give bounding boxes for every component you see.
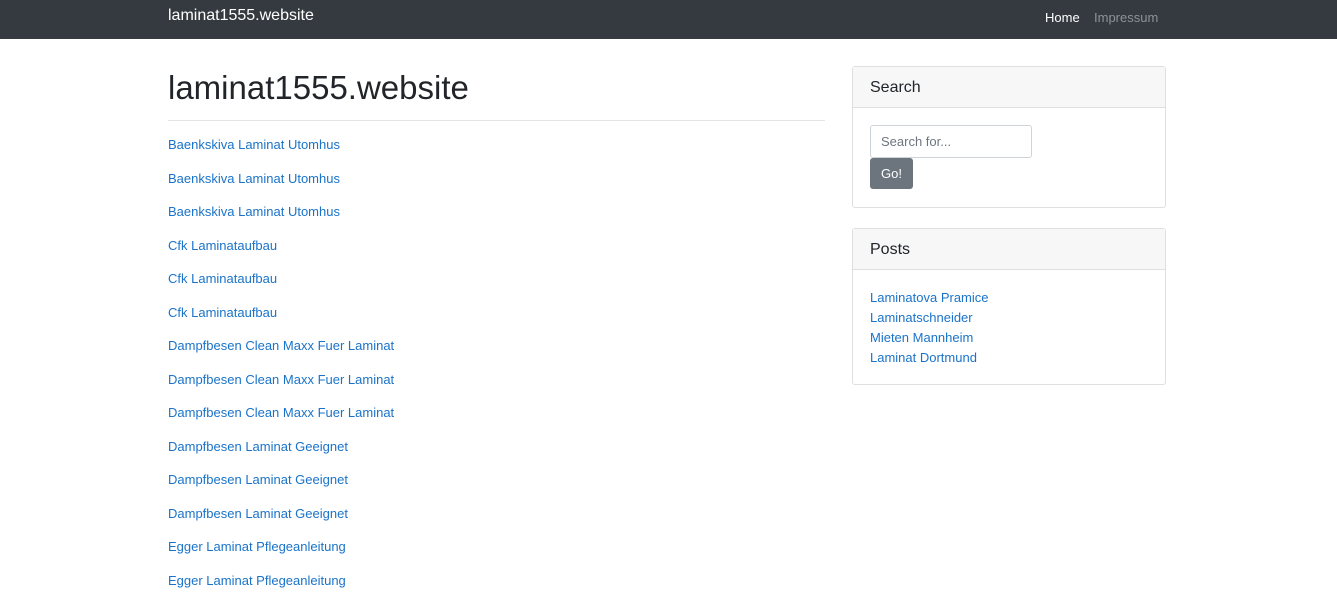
top-navbar: laminat1555.website Home Impressum: [0, 0, 1337, 39]
article-link[interactable]: Dampfbesen Laminat Geeignet: [168, 472, 348, 487]
post-link[interactable]: Laminatova Pramice: [870, 290, 989, 305]
list-item: Laminat Dortmund: [870, 348, 989, 368]
article-link[interactable]: Dampfbesen Clean Maxx Fuer Laminat: [168, 405, 394, 420]
search-card: Search Go!: [852, 66, 1166, 208]
list-item: Baenkskiva Laminat Utomhus: [168, 170, 394, 204]
list-item: Cfk Laminataufbau: [168, 270, 394, 304]
list-item: Dampfbesen Clean Maxx Fuer Laminat: [168, 337, 394, 371]
article-link[interactable]: Egger Laminat Pflegeanleitung: [168, 573, 346, 588]
list-item: Dampfbesen Clean Maxx Fuer Laminat: [168, 371, 394, 405]
search-go-button[interactable]: Go!: [870, 158, 913, 189]
posts-list: Laminatova Pramice Laminatschneider Miet…: [870, 288, 989, 368]
list-item: Baenkskiva Laminat Utomhus: [168, 136, 394, 170]
list-item: Cfk Laminataufbau: [168, 237, 394, 271]
brand-link[interactable]: laminat1555.website: [168, 7, 314, 25]
list-item: Dampfbesen Laminat Geeignet: [168, 471, 394, 505]
list-item: Mieten Mannheim: [870, 328, 989, 348]
posts-card: Posts Laminatova Pramice Laminatschneide…: [852, 228, 1166, 385]
list-item: Laminatova Pramice: [870, 288, 989, 308]
post-link[interactable]: Laminat Dortmund: [870, 350, 977, 365]
article-link[interactable]: Cfk Laminataufbau: [168, 305, 277, 320]
nav-link-impressum[interactable]: Impressum: [1094, 10, 1158, 25]
article-link[interactable]: Baenkskiva Laminat Utomhus: [168, 204, 340, 219]
article-link[interactable]: Egger Laminat Pflegeanleitung: [168, 539, 346, 554]
article-link[interactable]: Cfk Laminataufbau: [168, 238, 277, 253]
article-link[interactable]: Cfk Laminataufbau: [168, 271, 277, 286]
list-item: Dampfbesen Clean Maxx Fuer Laminat: [168, 404, 394, 438]
posts-card-title: Posts: [853, 229, 1165, 270]
article-link[interactable]: Dampfbesen Laminat Geeignet: [168, 506, 348, 521]
article-link[interactable]: Dampfbesen Clean Maxx Fuer Laminat: [168, 338, 394, 353]
list-item: Laminatschneider: [870, 308, 989, 328]
page-title: laminat1555.website: [168, 69, 469, 106]
list-item: Dampfbesen Laminat Geeignet: [168, 438, 394, 472]
search-card-title: Search: [853, 67, 1165, 108]
list-item: Dampfbesen Laminat Geeignet: [168, 505, 394, 539]
search-input[interactable]: [870, 125, 1032, 158]
article-link[interactable]: Dampfbesen Clean Maxx Fuer Laminat: [168, 372, 394, 387]
list-item: Egger Laminat Pflegeanleitung: [168, 538, 394, 572]
article-link-list: Baenkskiva Laminat Utomhus Baenkskiva La…: [168, 136, 394, 605]
post-link[interactable]: Mieten Mannheim: [870, 330, 973, 345]
list-item: Egger Laminat Pflegeanleitung: [168, 572, 394, 606]
title-divider: [168, 120, 825, 121]
list-item: Cfk Laminataufbau: [168, 304, 394, 338]
article-link[interactable]: Baenkskiva Laminat Utomhus: [168, 171, 340, 186]
list-item: Baenkskiva Laminat Utomhus: [168, 203, 394, 237]
article-link[interactable]: Baenkskiva Laminat Utomhus: [168, 137, 340, 152]
article-link[interactable]: Dampfbesen Laminat Geeignet: [168, 439, 348, 454]
post-link[interactable]: Laminatschneider: [870, 310, 973, 325]
nav-link-home[interactable]: Home: [1045, 10, 1080, 25]
